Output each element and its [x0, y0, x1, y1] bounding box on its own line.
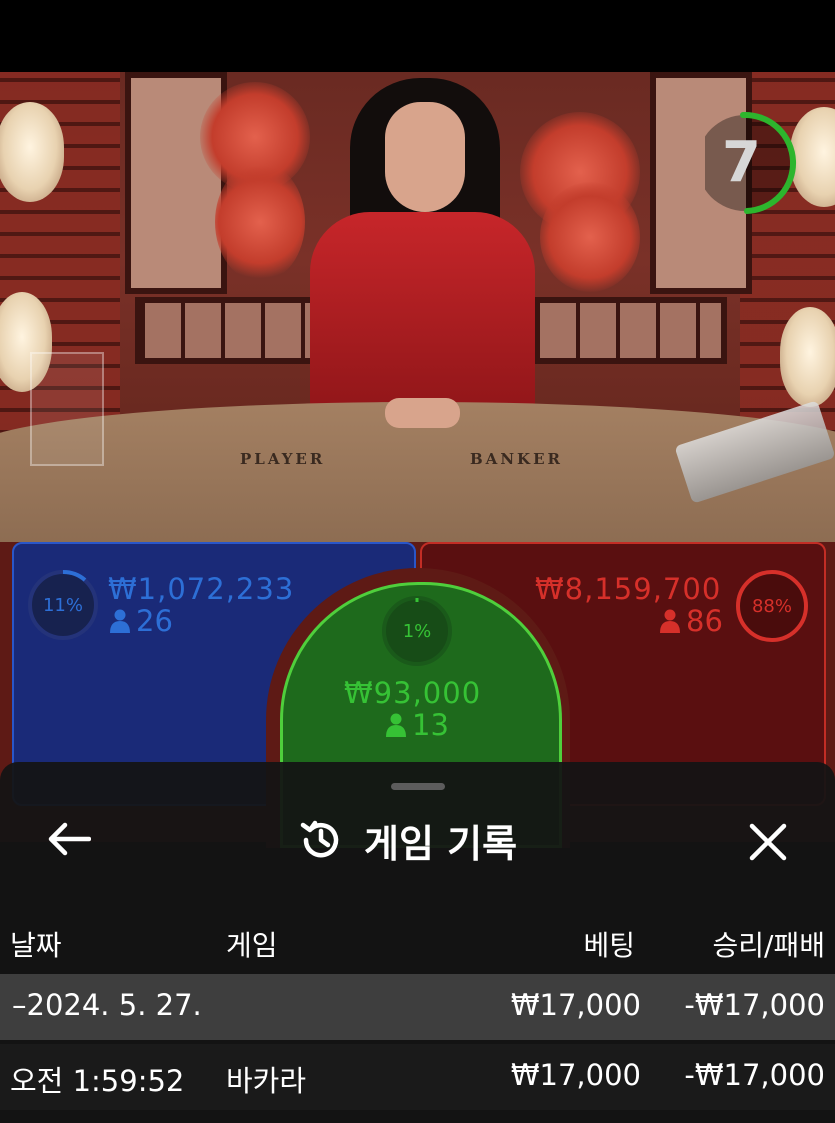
- lantern: [0, 102, 64, 202]
- column-date: 날짜: [10, 929, 62, 962]
- game-history-sheet: 게임 기록 날짜 게임 베팅 승리/패배 –2024. 5. 27. ₩17,0…: [0, 762, 835, 1123]
- blossom: [215, 162, 305, 282]
- person-icon: [110, 609, 130, 633]
- dealer-face: [385, 102, 465, 212]
- column-game: 게임: [226, 929, 278, 962]
- banker-bettors-count: 86: [686, 604, 723, 638]
- status-bar: [0, 0, 835, 72]
- sheet-title: 게임 기록: [364, 821, 518, 866]
- row-result: -₩17,000: [684, 1058, 825, 1092]
- player-bettors: 26: [110, 604, 173, 638]
- tie-bettors-count: 13: [412, 708, 449, 742]
- player-percent: 11%: [42, 594, 83, 616]
- tie-bettors: 13: [386, 708, 449, 742]
- banker-bet-amount: ₩8,159,700: [535, 572, 722, 606]
- lattice-left: [135, 297, 327, 364]
- lattice-right: [530, 297, 727, 364]
- lantern: [780, 307, 835, 407]
- row-bet: ₩17,000: [510, 1058, 641, 1092]
- row-date-text: 2024. 5. 27.: [26, 988, 202, 1022]
- dealer: [310, 212, 535, 422]
- banker-bettors: 86: [660, 604, 723, 638]
- history-icon: [300, 820, 339, 858]
- tie-bet-amount: ₩93,000: [344, 676, 482, 710]
- row-result: -₩17,000: [684, 988, 825, 1022]
- column-result: 승리/패배: [712, 929, 825, 962]
- countdown-value: 7: [722, 130, 761, 195]
- row-game: 바카라: [226, 1064, 307, 1098]
- back-button[interactable]: [44, 814, 94, 864]
- player-bet-amount: ₩1,072,233: [108, 572, 295, 606]
- arrow-left-icon: [48, 822, 91, 856]
- person-icon: [386, 713, 406, 737]
- row-date: –2024. 5. 27.: [12, 988, 202, 1022]
- player-bettors-count: 26: [136, 604, 173, 638]
- history-table-header: 날짜 게임 베팅 승리/패배: [0, 912, 835, 972]
- sheet-header: 게임 기록: [298, 810, 517, 870]
- row-time: 오전 1:59:52: [10, 1064, 185, 1098]
- dealer-hands: [385, 398, 460, 428]
- tie-percent: 1%: [402, 620, 432, 642]
- banker-percent: 88%: [751, 595, 792, 617]
- blossom: [540, 182, 640, 292]
- table-banker-label: BANKER: [470, 450, 563, 468]
- discard-holder: [30, 352, 104, 466]
- sheet-grabber[interactable]: [391, 783, 445, 790]
- row-bet: ₩17,000: [510, 988, 641, 1022]
- history-entry-row[interactable]: 오전 1:59:52 바카라 ₩17,000 -₩17,000: [0, 1044, 835, 1110]
- close-button[interactable]: [740, 814, 796, 870]
- close-icon: [749, 823, 787, 861]
- person-icon: [660, 609, 680, 633]
- column-bet: 베팅: [583, 929, 635, 962]
- table-player-label: PLAYER: [240, 450, 326, 468]
- history-date-row[interactable]: –2024. 5. 27. ₩17,000 -₩17,000: [0, 974, 835, 1040]
